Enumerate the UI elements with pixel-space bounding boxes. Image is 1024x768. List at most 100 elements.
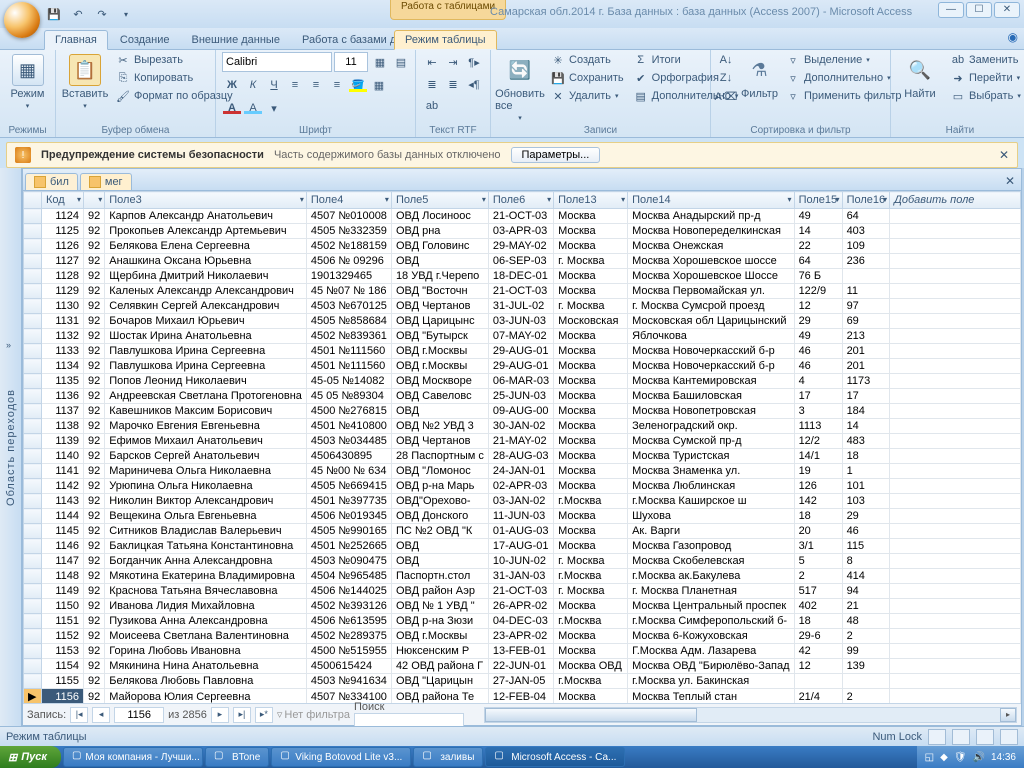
table-row[interactable]: 113692Андреевская Светлана Протогеновна4… xyxy=(24,389,1021,404)
cell[interactable]: 4501 №111560 xyxy=(306,344,391,359)
align-center-button[interactable]: ≡ xyxy=(306,75,326,95)
cell[interactable]: 28 Паспортным с xyxy=(391,449,488,464)
grid-lines-icon[interactable]: ▦ xyxy=(370,52,390,72)
cell[interactable]: 92 xyxy=(84,404,105,419)
cell[interactable] xyxy=(890,614,1021,629)
row-selector[interactable] xyxy=(24,224,42,239)
table-row[interactable]: 113592Попов Леонид Николаевич45-05 №1408… xyxy=(24,374,1021,389)
indent-decrease-button[interactable]: ⇤ xyxy=(422,52,442,72)
add-column-header[interactable]: Добавить поле xyxy=(890,192,1021,209)
cell[interactable]: ОВД xyxy=(391,404,488,419)
cell[interactable] xyxy=(890,389,1021,404)
cell[interactable]: 21-MAY-02 xyxy=(488,434,553,449)
cell[interactable]: 22-JUN-01 xyxy=(488,659,553,674)
row-selector[interactable] xyxy=(24,464,42,479)
cell[interactable]: 23-APR-02 xyxy=(488,629,553,644)
cell[interactable]: 92 xyxy=(84,374,105,389)
cell[interactable]: 26-APR-02 xyxy=(488,599,553,614)
cell[interactable]: 1136 xyxy=(42,389,84,404)
cell[interactable]: Москва xyxy=(554,329,628,344)
cell[interactable]: 64 xyxy=(794,254,842,269)
cell[interactable]: 92 xyxy=(84,419,105,434)
underline-button[interactable]: Ч xyxy=(264,75,284,95)
tab-datasheet[interactable]: Режим таблицы xyxy=(394,30,497,50)
cell[interactable]: Ефимов Михаил Анатольевич xyxy=(105,434,307,449)
cell[interactable]: Москва Знаменка ул. xyxy=(628,464,794,479)
row-selector[interactable] xyxy=(24,329,42,344)
table-row[interactable]: 114192Мариничева Ольга Николаевна45 №00 … xyxy=(24,464,1021,479)
cell[interactable]: 4 xyxy=(794,374,842,389)
cell[interactable]: 45 №07 № 186 xyxy=(306,284,391,299)
cell[interactable]: 14/1 xyxy=(794,449,842,464)
table-row[interactable]: 112592Прокопьев Александр Артемьевич4505… xyxy=(24,224,1021,239)
cell[interactable]: 03-APR-03 xyxy=(488,224,553,239)
cell[interactable]: 4507 №010008 xyxy=(306,209,391,224)
cell[interactable]: 69 xyxy=(842,314,890,329)
sort-asc-button[interactable]: A↓ xyxy=(717,52,735,68)
cell[interactable]: Москва xyxy=(554,449,628,464)
taskbar-item[interactable]: ▢BTone xyxy=(205,747,269,767)
cell[interactable]: 92 xyxy=(84,464,105,479)
row-selector[interactable] xyxy=(24,554,42,569)
bullets-button[interactable]: ≣ xyxy=(422,74,442,94)
cell[interactable]: Павлушкова Ирина Сергеевна xyxy=(105,359,307,374)
cell[interactable]: 4506 №019345 xyxy=(306,509,391,524)
cell[interactable]: 122/9 xyxy=(794,284,842,299)
numbering-button[interactable]: ≣ xyxy=(443,74,463,94)
row-selector[interactable] xyxy=(24,584,42,599)
row-selector[interactable] xyxy=(24,314,42,329)
expand-nav-icon[interactable]: » xyxy=(6,340,11,350)
row-selector[interactable] xyxy=(24,284,42,299)
cell[interactable]: 139 xyxy=(842,659,890,674)
cell[interactable]: 4506 № 09296 xyxy=(306,254,391,269)
cell[interactable]: 5 xyxy=(794,554,842,569)
cell[interactable]: 414 xyxy=(842,569,890,584)
cell[interactable]: 45-05 №14082 xyxy=(306,374,391,389)
save-record-button[interactable]: 💾Сохранить xyxy=(549,70,626,86)
cell[interactable]: 03-JAN-02 xyxy=(488,494,553,509)
column-dropdown-icon[interactable]: ▾ xyxy=(547,195,551,204)
cell[interactable]: Москва Газопровод xyxy=(628,539,794,554)
bold-button[interactable]: Ж xyxy=(222,75,242,95)
cell[interactable]: 1142 xyxy=(42,479,84,494)
security-options-button[interactable]: Параметры... xyxy=(511,147,601,163)
row-selector[interactable] xyxy=(24,359,42,374)
cell[interactable] xyxy=(890,509,1021,524)
filter-indicator[interactable]: ▿Нет фильтра xyxy=(277,708,350,721)
cell[interactable] xyxy=(890,494,1021,509)
cell[interactable] xyxy=(890,374,1021,389)
cell[interactable]: 4500615424 xyxy=(306,659,391,674)
row-selector[interactable] xyxy=(24,629,42,644)
cell[interactable]: Москва Новочеркасский б-р xyxy=(628,359,794,374)
cell[interactable]: Москва xyxy=(554,209,628,224)
cell[interactable]: г. Москва xyxy=(554,584,628,599)
cell[interactable]: 92 xyxy=(84,629,105,644)
cell[interactable]: 09-AUG-00 xyxy=(488,404,553,419)
cell[interactable]: 42 xyxy=(794,644,842,659)
cell[interactable]: 06-SEP-03 xyxy=(488,254,553,269)
cell[interactable]: Кавешников Максим Борисович xyxy=(105,404,307,419)
cell[interactable]: 2 xyxy=(842,629,890,644)
cell[interactable]: 19 xyxy=(794,464,842,479)
row-selector[interactable] xyxy=(24,494,42,509)
cell[interactable]: 12/2 xyxy=(794,434,842,449)
row-selector[interactable] xyxy=(24,299,42,314)
cell[interactable]: ОВД xyxy=(391,539,488,554)
close-button[interactable]: ✕ xyxy=(994,2,1020,18)
cell[interactable]: 236 xyxy=(842,254,890,269)
table-row[interactable]: 114892Мякотина Екатерина Владимировна450… xyxy=(24,569,1021,584)
row-selector[interactable] xyxy=(24,239,42,254)
cell[interactable]: 45 05 №89304 xyxy=(306,389,391,404)
nav-first-button[interactable]: |◂ xyxy=(70,707,88,723)
more-font-button[interactable]: ▾ xyxy=(264,98,284,118)
ltr-button[interactable]: ¶▸ xyxy=(464,52,484,72)
cell[interactable]: Щербина Дмитрий Николаевич xyxy=(105,269,307,284)
cell[interactable]: 14 xyxy=(842,419,890,434)
cell[interactable]: 142 xyxy=(794,494,842,509)
cell[interactable]: Москва Анадырский пр-д xyxy=(628,209,794,224)
cell[interactable]: Москва xyxy=(554,389,628,404)
table-row[interactable]: 113892Марочко Евгения Евгеньевна4501 №41… xyxy=(24,419,1021,434)
cell[interactable]: ОВД "Ломонос xyxy=(391,464,488,479)
cell[interactable]: Попов Леонид Николаевич xyxy=(105,374,307,389)
row-selector[interactable] xyxy=(24,344,42,359)
